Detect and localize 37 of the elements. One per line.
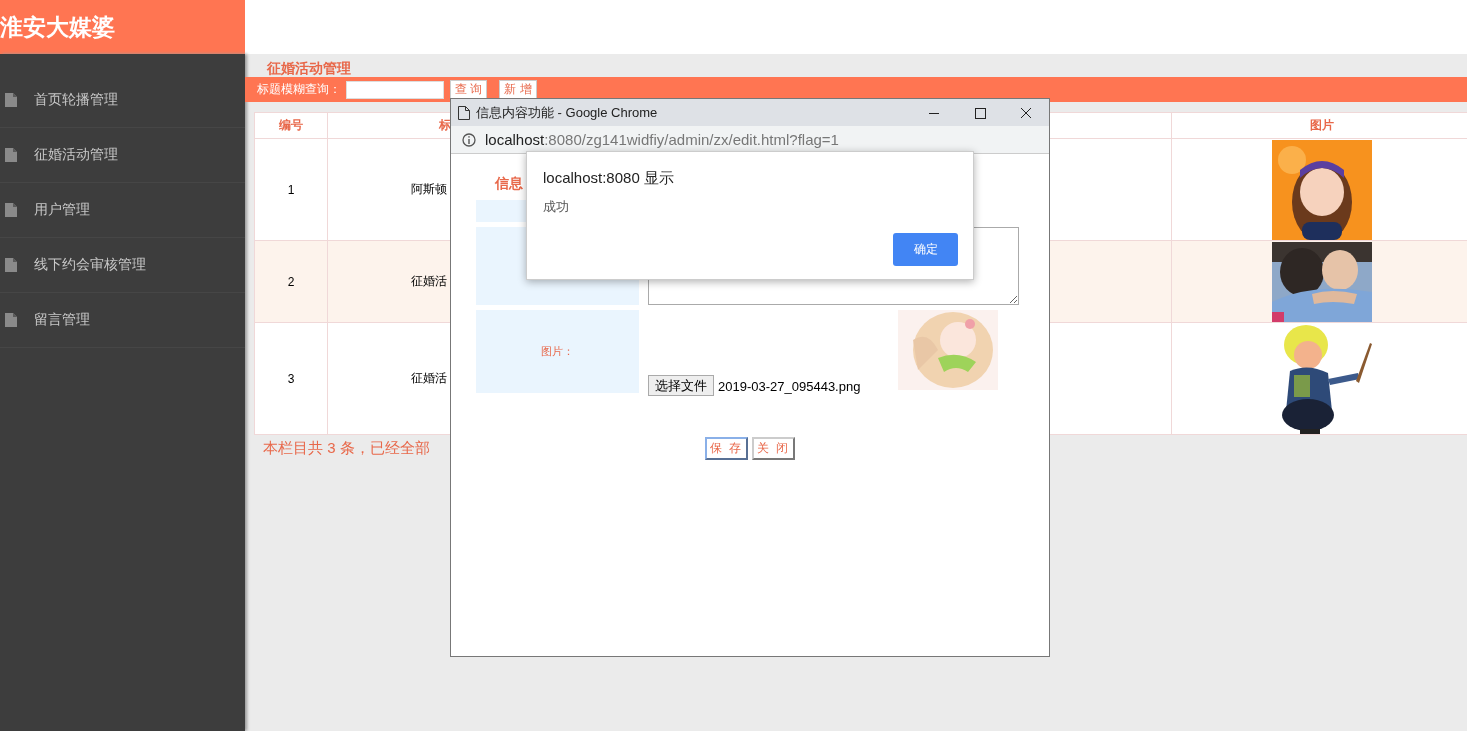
alert-title: localhost:8080 显示 (543, 169, 675, 188)
table-cell: 2 (287, 274, 295, 289)
document-icon (5, 93, 17, 107)
column-header: 编号 (279, 118, 303, 132)
table-cell: 征婚活 (411, 274, 447, 288)
table-cell: 阿斯顿 (411, 182, 447, 196)
sidebar-item[interactable]: 线下约会审核管理 (0, 238, 245, 293)
table-cell: 1 (287, 182, 295, 197)
info-icon[interactable] (462, 132, 476, 147)
window-title: 信息内容功能 - Google Chrome (476, 103, 658, 122)
choose-file-button[interactable]: 选择文件 (648, 375, 714, 396)
form-heading: 信息 (495, 175, 523, 193)
sidebar-item[interactable]: 首页轮播管理 (0, 73, 245, 128)
page-heading: 征婚活动管理 (266, 59, 352, 77)
document-icon (5, 148, 17, 162)
table-cell: 征婚活 (411, 371, 447, 385)
app-title: 淮安大媒婆 (0, 12, 115, 42)
document-icon (458, 105, 470, 120)
file-name: 2019-03-27_095443.png (718, 379, 861, 394)
sidebar-item[interactable]: 征婚活动管理 (0, 128, 245, 183)
document-icon (5, 258, 17, 272)
table-cell: 3 (287, 371, 295, 386)
search-field[interactable] (346, 80, 444, 99)
close-button[interactable]: 关 闭 (752, 437, 796, 460)
column-header: 标 (439, 118, 451, 132)
ok-button[interactable]: 确定 (893, 233, 958, 266)
toolbar-button[interactable]: 新 增 (499, 79, 537, 100)
field-label: 图片： (541, 344, 574, 359)
record-count: 本栏目共 3 条，已经全部 (263, 439, 430, 458)
document-icon (5, 313, 17, 327)
column-header: 图片 (1309, 118, 1334, 132)
sidebar-item[interactable]: 用户管理 (0, 183, 245, 238)
alert-message: 成功 (543, 198, 570, 216)
document-icon (5, 203, 17, 217)
sidebar-item[interactable]: 留言管理 (0, 293, 245, 348)
toolbar-button[interactable]: 查 询 (450, 79, 488, 100)
search-label: 标题模糊查询： (257, 81, 341, 98)
